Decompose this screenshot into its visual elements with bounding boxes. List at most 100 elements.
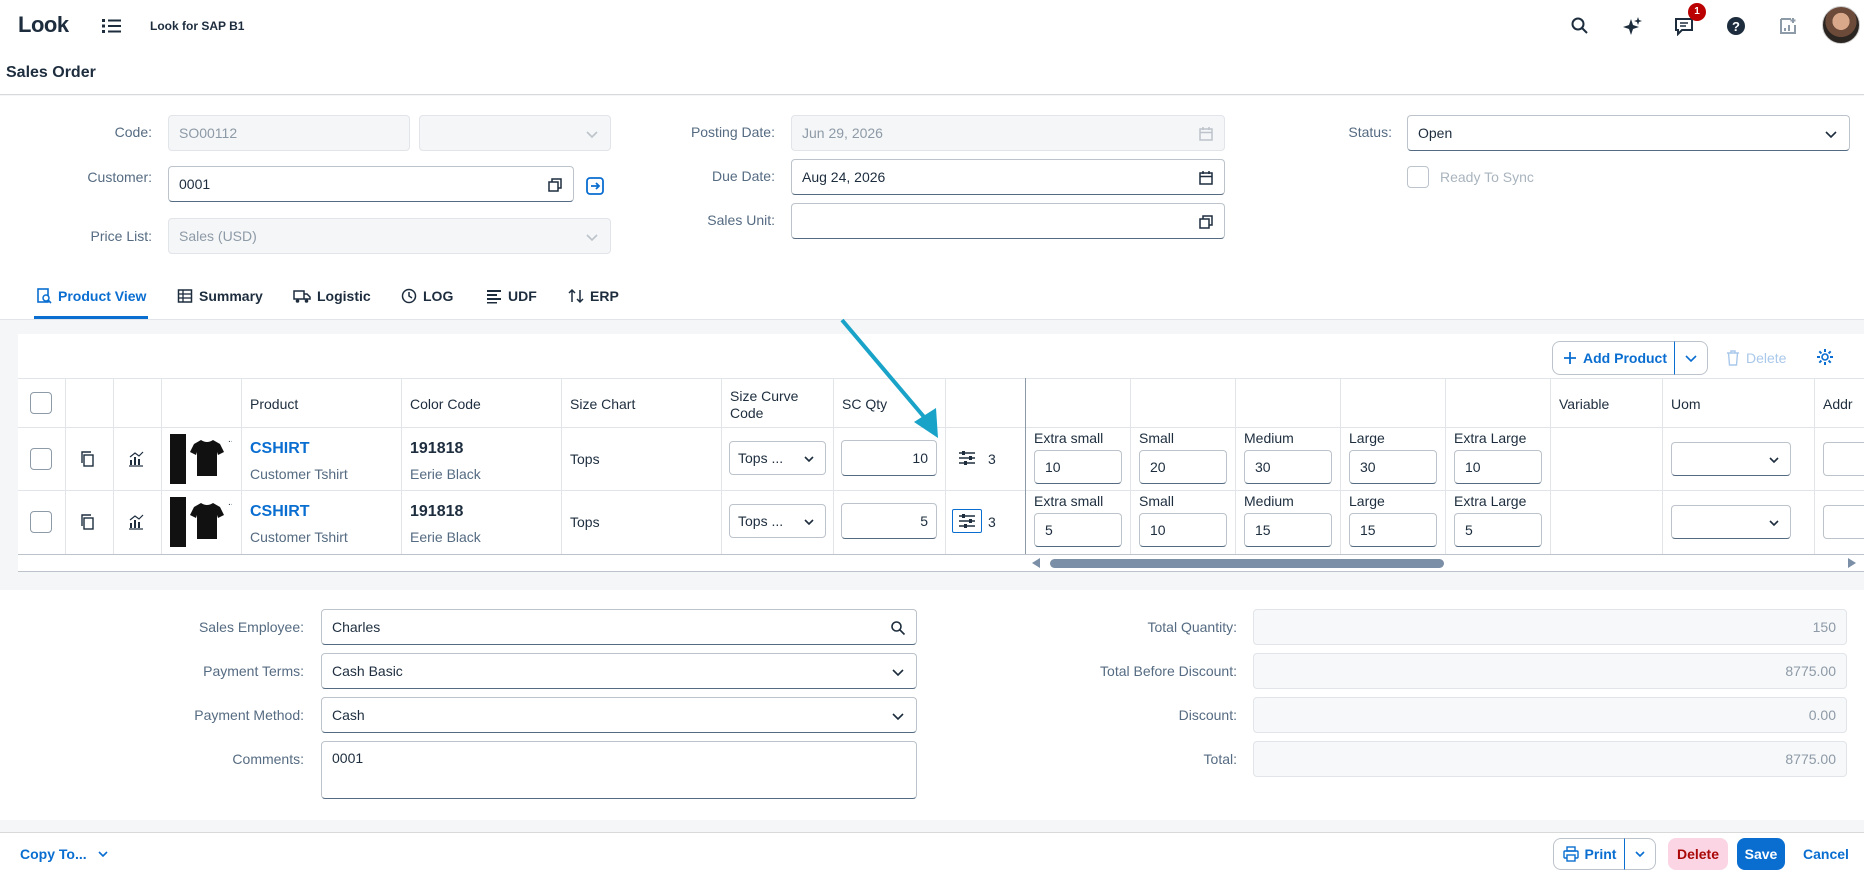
delete-row-button[interactable]: Delete [1726, 350, 1786, 366]
scroll-left-icon[interactable] [1031, 558, 1041, 568]
size-label: Medium [1244, 493, 1294, 509]
product-switch-icon[interactable] [1778, 16, 1798, 36]
scroll-right-icon[interactable] [1847, 558, 1857, 568]
calendar-icon[interactable] [1198, 170, 1214, 186]
uom-select[interactable] [1671, 505, 1791, 539]
header-uom[interactable]: Uom [1671, 396, 1701, 412]
size-qty-input[interactable]: 10 [1454, 450, 1542, 484]
total-before-discount-label: Total Before Discount: [1100, 663, 1237, 679]
tab-logistic[interactable]: Logistic [293, 288, 371, 304]
size-qty-input[interactable]: 15 [1349, 513, 1437, 547]
customer-field[interactable]: 0001 [168, 166, 574, 202]
print-menu-button[interactable] [1624, 838, 1656, 870]
copy-to-button[interactable]: Copy To... [20, 846, 109, 862]
tab-product-view[interactable]: Product View [36, 288, 146, 304]
size-qty-input[interactable]: 5 [1454, 513, 1542, 547]
size-qty-input[interactable]: 10 [1139, 513, 1227, 547]
analytics-icon[interactable] [128, 514, 144, 530]
copy-icon[interactable] [80, 451, 96, 467]
customer-value: 0001 [179, 176, 211, 192]
row-checkbox[interactable] [30, 448, 52, 470]
due-date-field[interactable]: Aug 24, 2026 [791, 159, 1225, 195]
select-all-checkbox[interactable] [30, 392, 52, 414]
header-addr[interactable]: Addr [1823, 396, 1864, 412]
posting-date-value: Jun 29, 2026 [802, 125, 883, 141]
col-divider [1662, 378, 1663, 554]
tab-label: Product View [58, 288, 147, 304]
product-link[interactable]: CSHIRT [250, 503, 310, 521]
horizontal-scrollbar[interactable] [1031, 557, 1857, 569]
user-avatar[interactable] [1822, 6, 1860, 44]
size-qty-input[interactable]: 5 [1034, 513, 1122, 547]
price-list-select[interactable]: Sales (USD) [168, 218, 611, 254]
size-curve-value: Tops ... [738, 450, 784, 466]
open-customer-icon[interactable] [585, 176, 605, 196]
app-logo[interactable]: Look [18, 12, 69, 38]
add-product-button[interactable]: Add Product [1552, 341, 1676, 375]
size-curve-value: Tops ... [738, 513, 784, 529]
scrollbar-thumb[interactable] [1050, 559, 1444, 568]
uom-select[interactable] [1671, 442, 1791, 476]
sales-employee-value: Charles [332, 619, 381, 635]
size-qty-input[interactable]: 30 [1349, 450, 1437, 484]
value-help-icon[interactable] [1198, 214, 1214, 230]
sparkle-ai-icon[interactable] [1622, 16, 1642, 36]
product-link[interactable]: CSHIRT [250, 440, 310, 458]
size-qty-input[interactable]: 15 [1244, 513, 1332, 547]
col-divider [1235, 378, 1236, 554]
header-color-code[interactable]: Color Code [410, 396, 481, 412]
size-curve-settings-icon[interactable] [958, 450, 976, 466]
analytics-icon[interactable] [128, 451, 144, 467]
print-button[interactable]: Print [1553, 838, 1625, 870]
size-curve-select[interactable]: Tops ... [729, 441, 826, 475]
size-curve-settings-button[interactable] [952, 509, 982, 533]
comments-textarea[interactable]: 0001 [321, 741, 917, 799]
print-label: Print [1584, 846, 1617, 862]
tab-log[interactable]: LOG [401, 288, 453, 304]
addr-field[interactable] [1823, 505, 1864, 539]
payment-method-select[interactable]: Cash [321, 697, 917, 733]
help-icon[interactable]: ? [1726, 16, 1746, 36]
tab-summary[interactable]: Summary [177, 288, 263, 304]
payment-terms-select[interactable]: Cash Basic [321, 653, 917, 689]
status-value: Open [1418, 125, 1453, 141]
addr-field[interactable] [1823, 442, 1864, 476]
tab-erp[interactable]: ERP [568, 288, 619, 304]
row-checkbox[interactable] [30, 511, 52, 533]
search-icon[interactable] [1570, 16, 1590, 36]
cancel-button[interactable]: Cancel [1795, 838, 1857, 870]
size-label: Medium [1244, 430, 1294, 446]
printer-icon [1562, 846, 1579, 862]
size-qty-input[interactable]: 10 [1034, 450, 1122, 484]
comments-label: Comments: [232, 751, 304, 767]
ready-to-sync-checkbox[interactable] [1407, 166, 1429, 188]
header-size-curve-code[interactable]: Size Curve Code [730, 388, 798, 422]
sales-unit-field[interactable] [791, 203, 1225, 239]
header-size-chart[interactable]: Size Chart [570, 396, 635, 412]
sales-employee-field[interactable]: Charles [321, 609, 917, 645]
menu-icon[interactable] [101, 16, 123, 36]
search-icon[interactable] [890, 620, 906, 636]
save-button[interactable]: Save [1737, 838, 1785, 870]
tab-udf[interactable]: UDF [486, 288, 537, 304]
header-product[interactable]: Product [250, 396, 298, 412]
chevron-down-icon [586, 131, 598, 139]
add-product-menu-button[interactable] [1674, 341, 1708, 375]
sc-qty-input[interactable]: 5 [841, 503, 937, 539]
header-variable[interactable]: Variable [1559, 396, 1609, 412]
value-help-icon[interactable] [547, 177, 563, 193]
svg-text:..: .. [228, 434, 232, 445]
delete-button[interactable]: Delete [1668, 838, 1728, 870]
size-qty-input[interactable]: 20 [1139, 450, 1227, 484]
settings-gear-icon[interactable] [1816, 348, 1834, 366]
chevron-down-icon [1635, 851, 1645, 858]
header-size-curve-line1: Size Curve [730, 388, 799, 404]
copy-icon[interactable] [80, 514, 96, 530]
size-qty-input[interactable]: 30 [1244, 450, 1332, 484]
svg-text:..: .. [228, 497, 232, 508]
series-select[interactable] [419, 115, 611, 151]
posting-date-label: Posting Date: [690, 124, 775, 140]
size-curve-select[interactable]: Tops ... [729, 504, 826, 538]
notification-badge: 1 [1688, 3, 1706, 21]
status-select[interactable]: Open [1407, 115, 1850, 151]
